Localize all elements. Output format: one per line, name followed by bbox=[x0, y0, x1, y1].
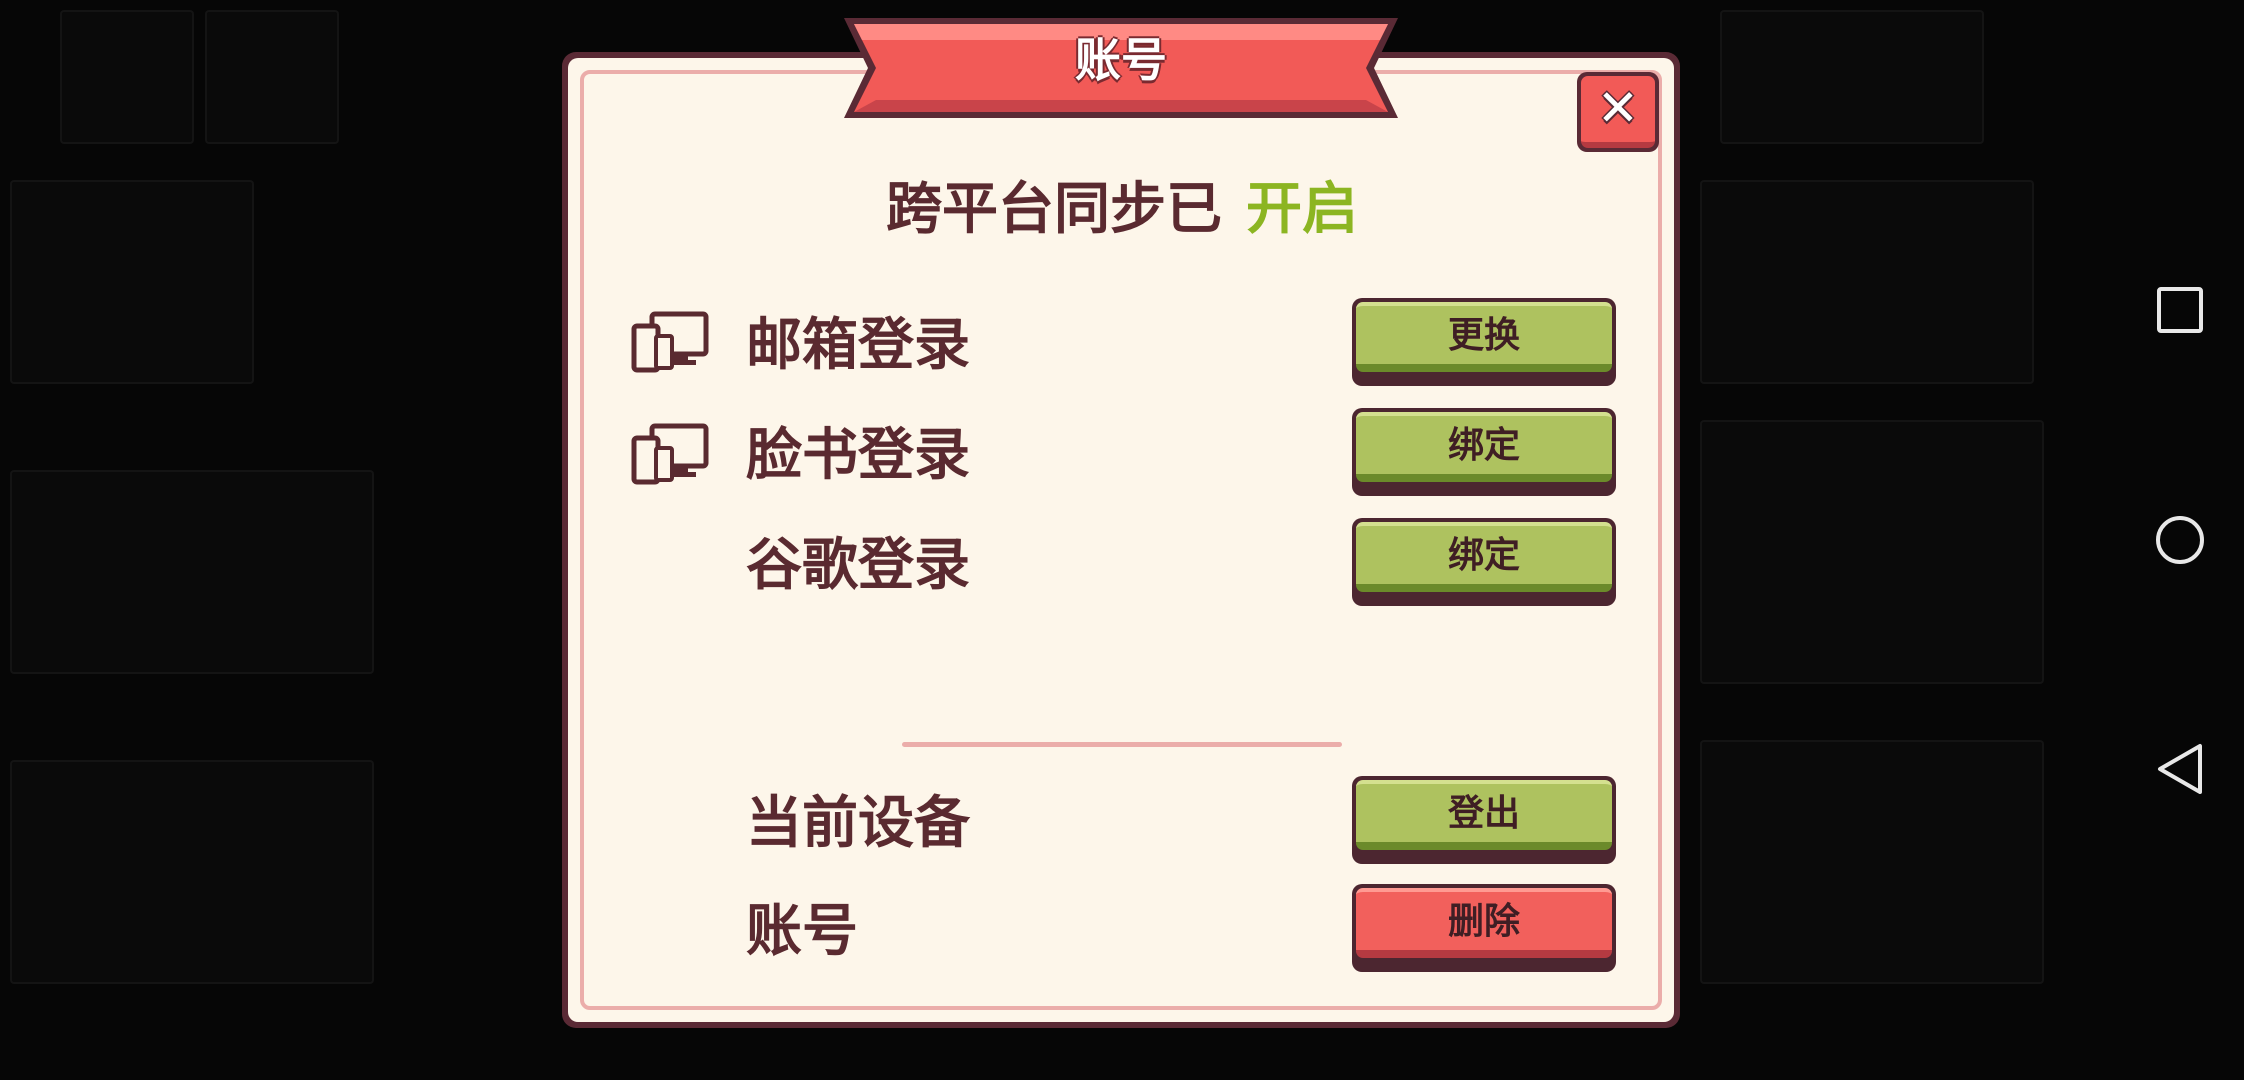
background-shelf bbox=[205, 10, 339, 144]
background-shelf bbox=[1700, 420, 2044, 684]
title-ribbon: 账号 bbox=[840, 14, 1402, 120]
background-shelf bbox=[10, 470, 374, 674]
delete-account-button[interactable]: 删除 bbox=[1352, 884, 1616, 972]
facebook-login-label: 脸书登录 bbox=[746, 423, 970, 488]
change-email-button-label: 更换 bbox=[1447, 315, 1520, 356]
circle-home-icon[interactable] bbox=[2154, 514, 2206, 566]
close-icon: ✕ bbox=[1597, 79, 1639, 137]
sync-status-state: 开启 bbox=[1246, 177, 1358, 242]
logout-button[interactable]: 登出 bbox=[1352, 776, 1616, 864]
bind-facebook-button-label: 绑定 bbox=[1447, 425, 1520, 466]
game-screen: 账号 ✕ 跨平台同步已 开启 邮箱登录 更换 脸书登录 绑定 谷歌登录 绑定 当… bbox=[0, 0, 2244, 1080]
background-shelf bbox=[10, 760, 374, 984]
bind-facebook-button[interactable]: 绑定 bbox=[1352, 408, 1616, 496]
background-shelf bbox=[1720, 10, 1984, 144]
delete-account-button-label: 删除 bbox=[1447, 901, 1520, 942]
change-email-button[interactable]: 更换 bbox=[1352, 298, 1616, 386]
logout-button-label: 登出 bbox=[1447, 793, 1520, 834]
google-login-label: 谷歌登录 bbox=[746, 533, 970, 598]
bind-google-button-label: 绑定 bbox=[1447, 535, 1520, 576]
square-recents-icon[interactable] bbox=[2156, 286, 2204, 334]
sync-status: 跨平台同步已 开启 bbox=[0, 178, 2244, 242]
dialog-title: 账号 bbox=[1075, 33, 1167, 87]
bind-google-button[interactable]: 绑定 bbox=[1352, 518, 1616, 606]
email-login-label: 邮箱登录 bbox=[746, 313, 970, 378]
background-shelf bbox=[60, 10, 194, 144]
account-label: 账号 bbox=[746, 899, 858, 964]
devices-icon bbox=[631, 311, 709, 373]
devices-icon bbox=[631, 423, 709, 485]
close-button[interactable]: ✕ bbox=[1577, 72, 1659, 152]
sync-status-text: 跨平台同步已 bbox=[886, 177, 1222, 242]
section-divider bbox=[902, 742, 1342, 747]
triangle-back-icon[interactable] bbox=[2156, 742, 2204, 796]
background-shelf bbox=[1700, 740, 2044, 984]
current-device-label: 当前设备 bbox=[746, 791, 970, 856]
